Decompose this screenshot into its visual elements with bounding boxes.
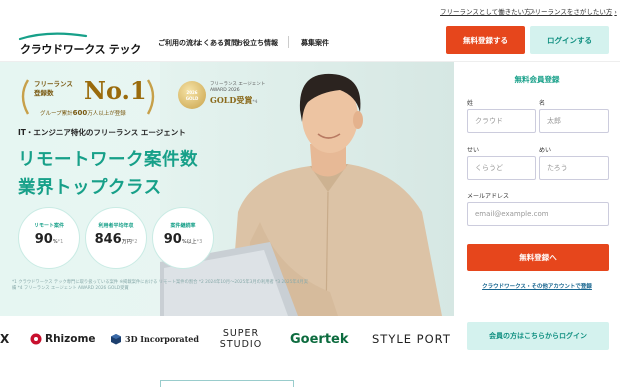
hero-disclaimer: *1 クラウドワークス テック専門に取り扱っている案件 ※掲載案件における リモ… bbox=[12, 280, 309, 292]
stat-continuation-unit: %以上 bbox=[181, 239, 197, 245]
stat-income-value: 846万円*2 bbox=[86, 232, 146, 247]
email-label: メールアドレス bbox=[467, 193, 510, 200]
rhizome-mark-icon bbox=[30, 333, 42, 345]
hero-headline: リモートワーク案件数 業界トップクラス bbox=[18, 146, 198, 202]
nav-faq[interactable]: よくある質問 bbox=[196, 38, 238, 48]
login-button[interactable]: ログインする bbox=[530, 26, 609, 54]
award-note: *4 bbox=[252, 100, 258, 105]
award-gold: GOLD受賞*4 bbox=[210, 95, 258, 106]
gold-medal-icon: 2026 GOLD bbox=[178, 81, 206, 109]
3d-incorporated-text: 3D Incorporated bbox=[125, 334, 199, 344]
badge1-label-line1: フリーランス bbox=[34, 80, 73, 88]
last-name-input[interactable]: クラウド bbox=[467, 109, 536, 133]
member-login-button[interactable]: 会員の方はこちらからログイン bbox=[467, 322, 609, 350]
first-kana-label: めい bbox=[539, 147, 552, 154]
badge1-sub-suffix: 万人以上が登録 bbox=[87, 111, 126, 117]
freelancer-link-label: フリーランスとして働きたい方 bbox=[440, 8, 531, 16]
chevron-right-icon: › bbox=[614, 9, 617, 16]
badge1-rank: No.1 bbox=[84, 76, 147, 105]
badge1-label-line2: 登録数 bbox=[34, 89, 54, 97]
headline-line2: 業界トップクラス bbox=[18, 178, 162, 198]
award-text: フリーランス エージェント AWARD 2026 bbox=[210, 82, 265, 94]
cube-icon bbox=[111, 334, 121, 345]
site-logo[interactable]: クラウドワークス テック bbox=[18, 32, 141, 56]
nav-flow[interactable]: ご利用の流れ bbox=[158, 38, 200, 48]
signup-title: 無料会員登録 bbox=[514, 75, 560, 84]
medal-year: 2026 bbox=[186, 90, 198, 95]
headline-line1: リモートワーク案件数 bbox=[18, 150, 198, 170]
nav-jobs[interactable]: 募集案件 bbox=[301, 38, 329, 48]
logo-swoosh-icon bbox=[18, 32, 88, 41]
email-field[interactable]: email@example.com bbox=[467, 202, 609, 226]
stat-remote-title: リモート案件 bbox=[33, 223, 64, 229]
client-logos: X Rhizome 3D Incorporated SUPER STUDIO G… bbox=[0, 316, 454, 362]
award-line3: GOLD受賞 bbox=[210, 95, 253, 105]
signup-form: 無料会員登録 姓 名 クラウド 太郎 せい めい くらうど たろう メールアドレ… bbox=[454, 62, 620, 387]
logo-3d-incorporated: 3D Incorporated bbox=[110, 316, 199, 362]
no1-badge: フリーランス 登録数 No.1 グループ累計600万人以上が登録 bbox=[18, 74, 158, 122]
badge1-sub: グループ累計600万人以上が登録 bbox=[40, 109, 126, 117]
badge1-label: フリーランス 登録数 bbox=[34, 80, 73, 98]
section-box-edge bbox=[160, 380, 294, 387]
award-line2: AWARD 2026 bbox=[210, 88, 240, 93]
stat-remote-number: 90 bbox=[34, 232, 53, 247]
logo-text: クラウドワークス テック bbox=[20, 43, 141, 56]
find-freelancer-link-label: フリーランスをさがしたい方 bbox=[528, 8, 613, 16]
stat-remote: リモート案件 90%*1 bbox=[18, 207, 80, 269]
utility-bar: フリーランスとして働きたい方 › フリーランスをさがしたい方 › bbox=[0, 0, 620, 22]
hero-tagline: IT・エンジニア特化のフリーランス エージェント bbox=[18, 128, 186, 137]
stat-continuation-number: 90 bbox=[163, 232, 182, 247]
first-name-label: 名 bbox=[539, 100, 546, 107]
last-name-label: 姓 bbox=[467, 100, 474, 107]
medal-gold: GOLD bbox=[185, 96, 199, 101]
award-line1: フリーランス エージェント bbox=[210, 82, 266, 87]
logo-style-port: STYLE PORT bbox=[372, 332, 451, 346]
stat-continuation-value: 90%以上*3 bbox=[153, 232, 213, 247]
find-freelancer-link[interactable]: フリーランスをさがしたい方 › bbox=[528, 6, 617, 16]
badge1-sub-prefix: グループ累計 bbox=[40, 111, 73, 117]
stat-remote-note: *1 bbox=[57, 239, 64, 245]
nav-tips[interactable]: お役立ち情報 bbox=[236, 38, 278, 48]
stat-income-title: 利用者平均年収 bbox=[98, 223, 134, 229]
stat-continuation-note: *3 bbox=[196, 239, 203, 245]
site-header: クラウドワークス テック ご利用の流れ よくある質問 お役立ち情報 募集案件 無… bbox=[0, 22, 620, 62]
rhizome-text: Rhizome bbox=[45, 333, 96, 345]
stat-continuation: 案件継続率 90%以上*3 bbox=[152, 207, 214, 269]
logo-rhizome: Rhizome bbox=[30, 316, 96, 362]
register-button[interactable]: 無料登録する bbox=[446, 26, 525, 54]
stat-income-note: *2 bbox=[131, 239, 138, 245]
logo-super-studio: SUPER STUDIO bbox=[219, 328, 263, 350]
award-badge: 2026 GOLD フリーランス エージェント AWARD 2026 GOLD受… bbox=[174, 79, 268, 113]
first-name-input[interactable]: 太郎 bbox=[539, 109, 609, 133]
partial-logo-x: X bbox=[0, 332, 10, 346]
last-kana-label: せい bbox=[467, 147, 480, 154]
badge1-sub-number: 600 bbox=[72, 109, 88, 117]
last-kana-input[interactable]: くらうど bbox=[467, 156, 536, 180]
hero-section: フリーランス 登録数 No.1 グループ累計600万人以上が登録 2026 GO… bbox=[0, 62, 454, 316]
stat-income-unit: 万円 bbox=[121, 239, 132, 245]
stat-continuation-title: 案件継続率 bbox=[170, 223, 196, 229]
stat-income-number: 846 bbox=[94, 232, 122, 247]
first-kana-input[interactable]: たろう bbox=[539, 156, 609, 180]
signup-submit-button[interactable]: 無料登録へ bbox=[467, 244, 609, 271]
freelancer-link[interactable]: フリーランスとして働きたい方 › bbox=[440, 6, 535, 16]
stat-remote-value: 90%*1 bbox=[19, 232, 79, 247]
logo-goertek: Goertek bbox=[290, 331, 349, 347]
stat-income: 利用者平均年収 846万円*2 bbox=[85, 207, 147, 269]
alt-account-link[interactable]: クラウドワークス・その他アカウントで登録 bbox=[454, 282, 620, 290]
nav-divider bbox=[288, 36, 289, 48]
